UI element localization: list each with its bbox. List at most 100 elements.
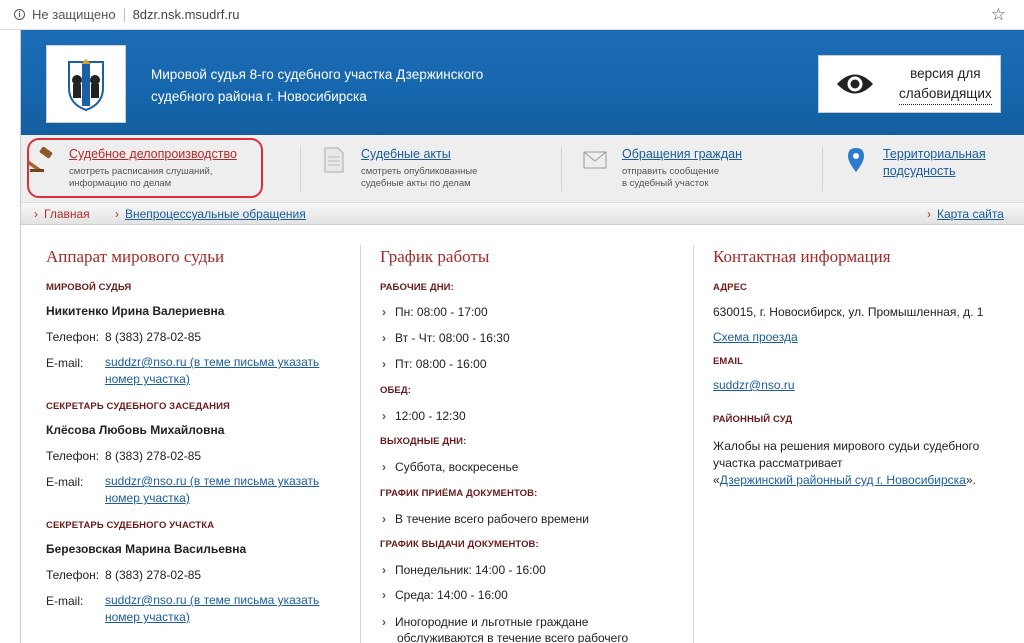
quote-open: « [713, 473, 720, 487]
accessibility-label-line2: слабовидящих [899, 84, 992, 105]
section-secretary-label: СЕКРЕТАРЬ СУДЕБНОГО УЧАСТКА [46, 520, 215, 531]
apparatus-section: Аппарат мирового судьи МИРОВОЙ СУДЬЯ Ник… [46, 225, 356, 643]
site-header: Мировой судья 8-го судебного участка Дзе… [21, 30, 1024, 135]
phone-label: Телефон: [46, 568, 100, 582]
url-separator [123, 7, 125, 22]
column-divider [360, 245, 361, 643]
contacts-section: Контактная информация АДРЕС 630015, г. Н… [713, 225, 1013, 643]
envelope-icon [582, 147, 608, 173]
breadcrumb-home[interactable]: › Главная [34, 207, 90, 221]
map-pin-icon [843, 147, 869, 173]
schedule-item: Понедельник: 14:00 - 16:00 [382, 562, 546, 578]
highlight-outline [27, 138, 263, 198]
breadcrumb-home-link[interactable]: Главная [44, 207, 90, 221]
sitemap-link-text[interactable]: Карта сайта [937, 207, 1004, 221]
secretary-label: СЕКРЕТАРЬ СУДЕБНОГО ЗАСЕДАНИЯ [46, 401, 230, 412]
section-secretary-name: Березовская Марина Васильевна [46, 542, 247, 556]
address-label: АДРЕС [713, 282, 748, 293]
quicknav-description: отправить сообщение в судебный участок [622, 166, 719, 190]
quicknav-link[interactable]: Обращения граждан [622, 146, 742, 162]
quicknav-description-line: судебные акты по делам [361, 178, 471, 189]
documents-intake-label: ГРАФИК ПРИЁМА ДОКУМЕНТОВ: [380, 488, 538, 499]
district-court-reference: «Дзержинский районный суд г. Новосибирск… [713, 472, 976, 488]
chevron-right-icon: › [115, 207, 119, 221]
address-value: 630015, г. Новосибирск, ул. Промышленная… [713, 305, 984, 319]
accessibility-version-button[interactable]: версия для слабовидящих [818, 55, 1001, 113]
secretary-name: Клёсова Любовь Михайловна [46, 423, 225, 437]
schedule-item: Пн: 08:00 - 17:00 [382, 304, 488, 320]
sitemap-link[interactable]: › Карта сайта [927, 207, 1004, 221]
breadcrumb-link[interactable]: Внепроцессуальные обращения [125, 207, 306, 221]
email-link-line: номер участка) [105, 610, 190, 624]
judge-label: МИРОВОЙ СУДЬЯ [46, 282, 132, 293]
accessibility-label-line1: версия для [910, 65, 981, 81]
phone-value: 8 (383) 278-02-85 [105, 449, 202, 463]
email-link[interactable]: suddzr@nso.ru (в теме письма указать ном… [105, 354, 319, 388]
info-icon[interactable]: i [14, 9, 25, 20]
section-title: Аппарат мирового судьи [46, 247, 225, 266]
page: Мировой судья 8-го судебного участка Дзе… [20, 30, 1024, 643]
email-label: E-mail: [46, 594, 84, 608]
phone-value: 8 (383) 278-02-85 [105, 568, 202, 582]
emblem-icon [68, 59, 104, 112]
schedule-item: В течение всего рабочего времени [382, 511, 589, 527]
phone-label: Телефон: [46, 330, 100, 344]
bookmark-star-icon[interactable]: ☆ [991, 5, 1006, 25]
lunch-label: ОБЕД: [380, 385, 411, 396]
quicknav-link[interactable]: Территориальная подсудность [883, 146, 986, 180]
browser-address-bar[interactable]: i Не защищено 8dzr.nsk.msudrf.ru ☆ [0, 0, 1024, 30]
quicknav-citizen-appeals[interactable]: Обращения граждан отправить сообщение в … [582, 135, 822, 203]
quicknav-link[interactable]: Судебные акты [361, 146, 451, 162]
email-link-line: номер участка) [105, 372, 190, 386]
email-link-line: suddzr@nso.ru (в теме письма указать [105, 593, 320, 607]
coat-of-arms-logo[interactable] [46, 45, 126, 123]
email-link[interactable]: suddzr@nso.ru (в теме письма указать ном… [105, 592, 319, 626]
quicknav-territorial-jurisdiction[interactable]: Территориальная подсудность [843, 135, 1023, 203]
schedule-item: Среда: 14:00 - 16:00 [382, 587, 508, 603]
documents-issue-label: ГРАФИК ВЫДАЧИ ДОКУМЕНТОВ: [380, 539, 539, 550]
quote-close: ». [965, 473, 976, 487]
schedule-item: 12:00 - 12:30 [382, 408, 466, 424]
section-title: Контактная информация [713, 247, 891, 266]
email-link-line: suddzr@nso.ru (в теме письма указать [105, 355, 320, 369]
district-court-link[interactable]: Дзержинский районный суд г. Новосибирска [720, 473, 966, 487]
section-title: График работы [380, 247, 490, 266]
weekend-label: ВЫХОДНЫЕ ДНИ: [380, 436, 467, 447]
email-link-line: suddzr@nso.ru (в теме письма указать [105, 474, 320, 488]
district-court-text: Жалобы на решения мирового судьи судебно… [713, 439, 980, 453]
chevron-right-icon: › [34, 207, 38, 221]
document-icon [321, 147, 347, 173]
email-label: E-mail: [46, 356, 84, 370]
breadcrumb-extra-procedural[interactable]: › Внепроцессуальные обращения [115, 207, 306, 221]
phone-value: 8 (383) 278-02-85 [105, 330, 202, 344]
judge-name: Никитенко Ирина Валериевна [46, 304, 225, 318]
quicknav-description-line: смотреть опубликованные [361, 166, 478, 177]
district-court-label: РАЙОННЫЙ СУД [713, 414, 793, 425]
quicknav-description-line: отправить сообщение [622, 166, 720, 177]
schedule-section: График работы РАБОЧИЕ ДНИ: Пн: 08:00 - 1… [380, 225, 690, 643]
route-map-link[interactable]: Схема проезда [713, 329, 798, 346]
quicknav-court-acts[interactable]: Судебные акты смотреть опубликованные су… [321, 135, 561, 203]
divider [822, 147, 823, 191]
email-label: EMAIL [713, 356, 744, 367]
url-text[interactable]: 8dzr.nsk.msudrf.ru [133, 7, 240, 22]
email-link[interactable]: suddzr@nso.ru [713, 377, 795, 394]
quicknav-description: смотреть опубликованные судебные акты по… [361, 166, 477, 190]
schedule-item: Пт: 08:00 - 16:00 [382, 356, 487, 372]
quicknav-link-line: подсудность [883, 164, 956, 178]
breadcrumb: › Главная › Внепроцессуальные обращения › К… [21, 203, 1024, 225]
quicknav-link-line: Территориальная [883, 147, 986, 161]
schedule-item: Суббота, воскресенье [382, 459, 518, 475]
workdays-label: РАБОЧИЕ ДНИ: [380, 282, 454, 293]
divider [561, 147, 562, 191]
email-link[interactable]: suddzr@nso.ru (в теме письма указать ном… [105, 473, 319, 507]
schedule-item: Иногородние и льготные граждане [382, 614, 588, 630]
email-link-line: номер участка) [105, 491, 190, 505]
divider [300, 147, 301, 191]
schedule-item: Вт - Чт: 08:00 - 16:30 [382, 330, 510, 346]
schedule-item-continuation: обслуживаются в течение всего рабочего [397, 631, 629, 643]
column-divider [693, 245, 694, 643]
security-status: Не защищено [32, 7, 116, 22]
email-label: E-mail: [46, 475, 84, 489]
quicknav-description-line: в судебный участок [622, 178, 709, 189]
